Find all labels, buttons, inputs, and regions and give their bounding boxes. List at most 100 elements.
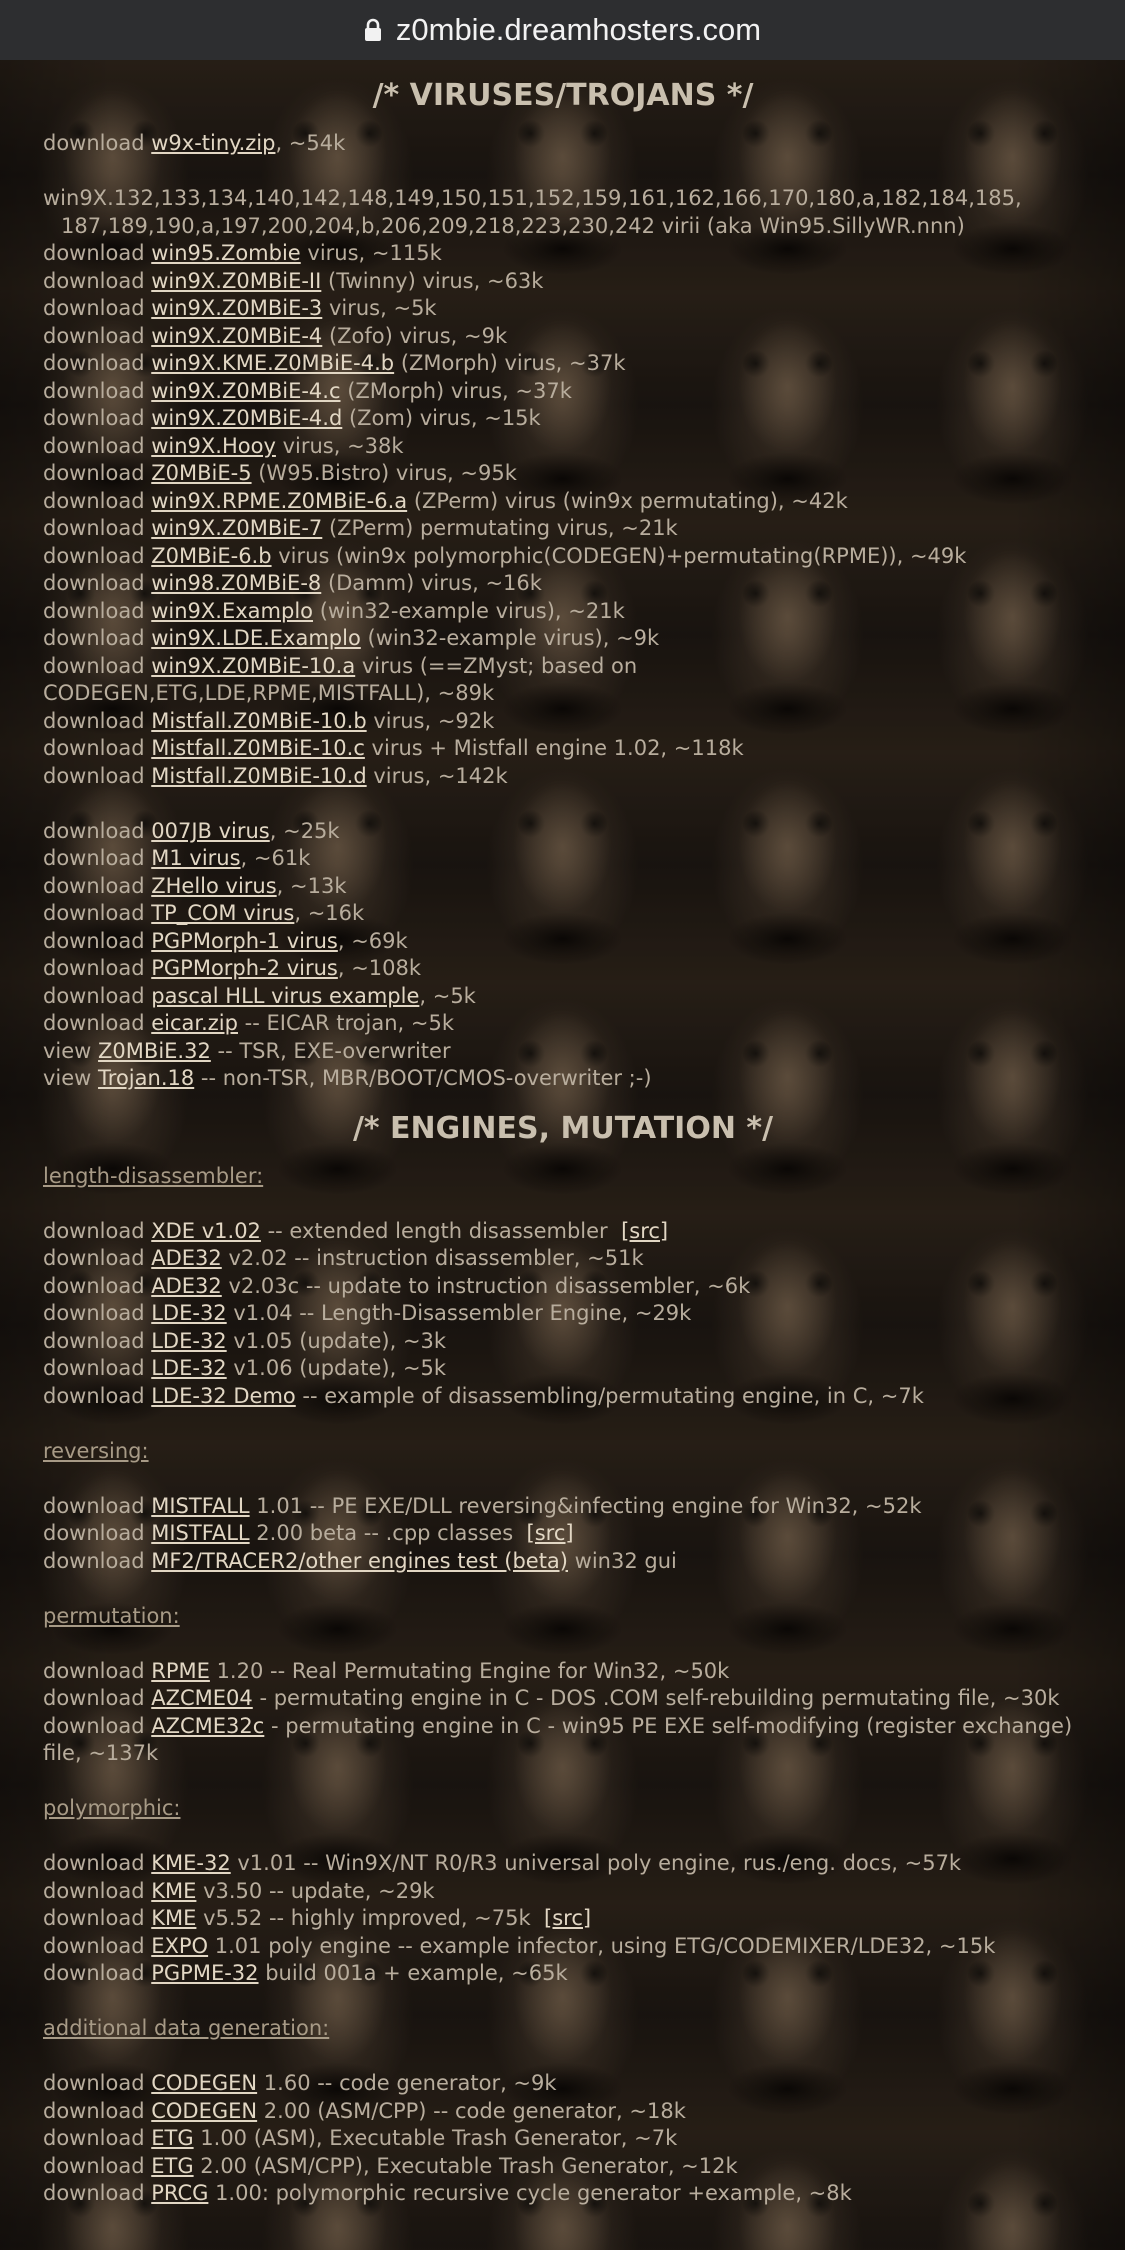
list-item: download Mistfall.Z0MBiE-10.c virus + Mi… — [43, 735, 1083, 763]
list-item: download eicar.zip -- EICAR trojan, ~5k — [43, 1010, 1083, 1038]
section-link-permutation[interactable]: permutation: — [43, 1604, 180, 1628]
download-link[interactable]: ADE32 — [151, 1274, 222, 1298]
item-prefix: download — [43, 708, 145, 733]
section-link-additional-data-generation[interactable]: additional data generation: — [43, 2016, 329, 2040]
download-link[interactable]: win9X.Z0MBiE-3 — [151, 296, 322, 320]
download-link[interactable]: Mistfall.Z0MBiE-10.c — [151, 736, 365, 760]
download-link[interactable]: ETG — [151, 2126, 193, 2150]
download-link[interactable]: LDE-32 — [151, 1356, 226, 1380]
item-description: (Zom) virus, ~15k — [342, 406, 541, 430]
download-link[interactable]: PGPMorph-1 virus — [151, 929, 338, 953]
download-link[interactable]: win9X.Z0MBiE-7 — [151, 516, 322, 540]
download-link[interactable]: CODEGEN — [151, 2099, 257, 2123]
item-description: v1.04 -- Length-Disassembler Engine, ~29… — [226, 1301, 692, 1325]
list-item: download RPME 1.20 -- Real Permutating E… — [43, 1658, 1083, 1686]
item-description: (W95.Bistro) virus, ~95k — [251, 461, 517, 485]
download-link[interactable]: AZCME32c — [151, 1714, 264, 1738]
download-link[interactable]: win9X.Z0MBiE-4.d — [151, 406, 342, 430]
list-item: download KME v5.52 -- highly improved, ~… — [43, 1905, 1083, 1933]
download-link[interactable]: ETG — [151, 2154, 193, 2178]
download-link[interactable]: M1 virus — [151, 846, 240, 870]
download-link[interactable]: win9X.LDE.Examplo — [151, 626, 361, 650]
download-link[interactable]: Mistfall.Z0MBiE-10.d — [151, 764, 366, 788]
url-host[interactable]: z0mbie.dreamhosters.com — [396, 12, 761, 48]
item-description: (ZMorph) virus, ~37k — [394, 351, 626, 375]
item-description: virus (win9x polymorphic(CODEGEN)+permut… — [271, 543, 967, 568]
src-link[interactable]: [src] — [544, 1906, 591, 1930]
list-item: download win9X.Z0MBiE-10.a virus (==ZMys… — [43, 653, 683, 708]
item-prefix: download — [43, 1356, 145, 1380]
section-link-polymorphic[interactable]: polymorphic: — [43, 1796, 180, 1820]
download-link[interactable]: win9X.KME.Z0MBiE-4.b — [151, 351, 394, 375]
download-link[interactable]: KME-32 — [151, 1851, 230, 1875]
item-prefix: download — [43, 1933, 145, 1958]
list-item: download PRCG 1.00: polymorphic recursiv… — [43, 2180, 1083, 2208]
download-link[interactable]: win9X.RPME.Z0MBiE-6.a — [151, 489, 407, 513]
item-description: , ~16k — [294, 901, 365, 925]
list-item: download XDE v1.02 -- extended length di… — [43, 1218, 1083, 1246]
item-prefix: download — [43, 598, 145, 623]
download-link[interactable]: RPME — [151, 1659, 210, 1683]
download-link[interactable]: Z0MBiE-6.b — [151, 544, 271, 568]
download-link[interactable]: ZHello virus — [151, 874, 276, 898]
download-link[interactable]: KME — [151, 1879, 196, 1903]
item-prefix: download — [43, 846, 145, 870]
item-prefix: download — [43, 241, 145, 265]
download-link[interactable]: w9x-tiny.zip — [151, 131, 275, 155]
download-link[interactable]: MISTFALL — [151, 1494, 249, 1518]
download-link[interactable]: ADE32 — [151, 1246, 222, 1270]
view-link[interactable]: Trojan.18 — [98, 1066, 194, 1090]
list-item: download win9X.Z0MBiE-4.d (Zom) virus, ~… — [43, 405, 1083, 433]
download-link[interactable]: LDE-32 Demo — [151, 1384, 296, 1408]
download-link[interactable]: PGPME-32 — [151, 1961, 258, 1985]
list-item: download w9x-tiny.zip, ~54k — [43, 130, 1083, 158]
list-item: download win9X.KME.Z0MBiE-4.b (ZMorph) v… — [43, 350, 1083, 378]
download-link[interactable]: PRCG — [151, 2181, 208, 2205]
section-link-reversing[interactable]: reversing: — [43, 1439, 149, 1463]
download-link[interactable]: EXPO — [151, 1934, 208, 1958]
polymorphic-list: download KME-32 v1.01 -- Win9X/NT R0/R3 … — [43, 1850, 1083, 1988]
download-link[interactable]: KME — [151, 1906, 196, 1930]
download-link[interactable]: win9X.Examplo — [151, 599, 313, 623]
src-link[interactable]: [src] — [621, 1219, 668, 1243]
list-item: download win9X.Z0MBiE-4 (Zofo) virus, ~9… — [43, 323, 1083, 351]
item-description: (ZPerm) virus (win9x permutating), ~42k — [407, 488, 848, 513]
download-link[interactable]: LDE-32 — [151, 1301, 226, 1325]
download-link[interactable]: PGPMorph-2 virus — [151, 956, 338, 980]
list-item: download CODEGEN 1.60 -- code generator,… — [43, 2070, 1083, 2098]
browser-url-bar[interactable]: z0mbie.dreamhosters.com — [0, 0, 1125, 60]
download-link[interactable]: TP_COM virus — [151, 901, 294, 925]
download-link[interactable]: win9X.Z0MBiE-II — [151, 269, 321, 293]
view-link[interactable]: Z0MBiE.32 — [98, 1039, 211, 1063]
download-link[interactable]: Z0MBiE-5 — [151, 461, 251, 485]
download-link[interactable]: MISTFALL — [151, 1521, 249, 1545]
download-link[interactable]: Mistfall.Z0MBiE-10.b — [151, 709, 366, 733]
list-item: download win9X.Hooy virus, ~38k — [43, 433, 1083, 461]
item-prefix: download — [43, 736, 145, 760]
download-link[interactable]: win95.Zombie — [151, 241, 301, 265]
item-description: 1.20 -- Real Permutating Engine for Win3… — [209, 1658, 730, 1683]
download-link[interactable]: MF2/TRACER2/other engines test (beta) — [151, 1549, 568, 1573]
download-link[interactable]: LDE-32 — [151, 1329, 226, 1353]
download-link[interactable]: 007JB virus — [151, 819, 270, 843]
download-link[interactable]: win9X.Z0MBiE-4.c — [151, 379, 340, 403]
download-link[interactable]: pascal HLL virus example — [151, 984, 419, 1008]
list-item: download MISTFALL 2.00 beta -- .cpp clas… — [43, 1520, 1083, 1548]
section-link-length-disassembler[interactable]: length-disassembler: — [43, 1164, 263, 1188]
download-link[interactable]: CODEGEN — [151, 2071, 257, 2095]
download-link[interactable]: XDE v1.02 — [151, 1219, 261, 1243]
download-link[interactable]: eicar.zip — [151, 1011, 238, 1035]
item-description: -- extended length disassembler — [260, 1218, 615, 1243]
download-link[interactable]: AZCME04 — [151, 1686, 253, 1710]
download-link[interactable]: win98.Z0MBiE-8 — [151, 571, 321, 595]
item-prefix: download — [43, 818, 145, 843]
src-link[interactable]: [src] — [527, 1521, 574, 1545]
list-item: download TP_COM virus, ~16k — [43, 900, 1083, 928]
download-link[interactable]: win9X.Hooy — [151, 434, 276, 458]
download-link[interactable]: win9X.Z0MBiE-10.a — [151, 654, 355, 678]
download-link[interactable]: win9X.Z0MBiE-4 — [151, 324, 322, 348]
